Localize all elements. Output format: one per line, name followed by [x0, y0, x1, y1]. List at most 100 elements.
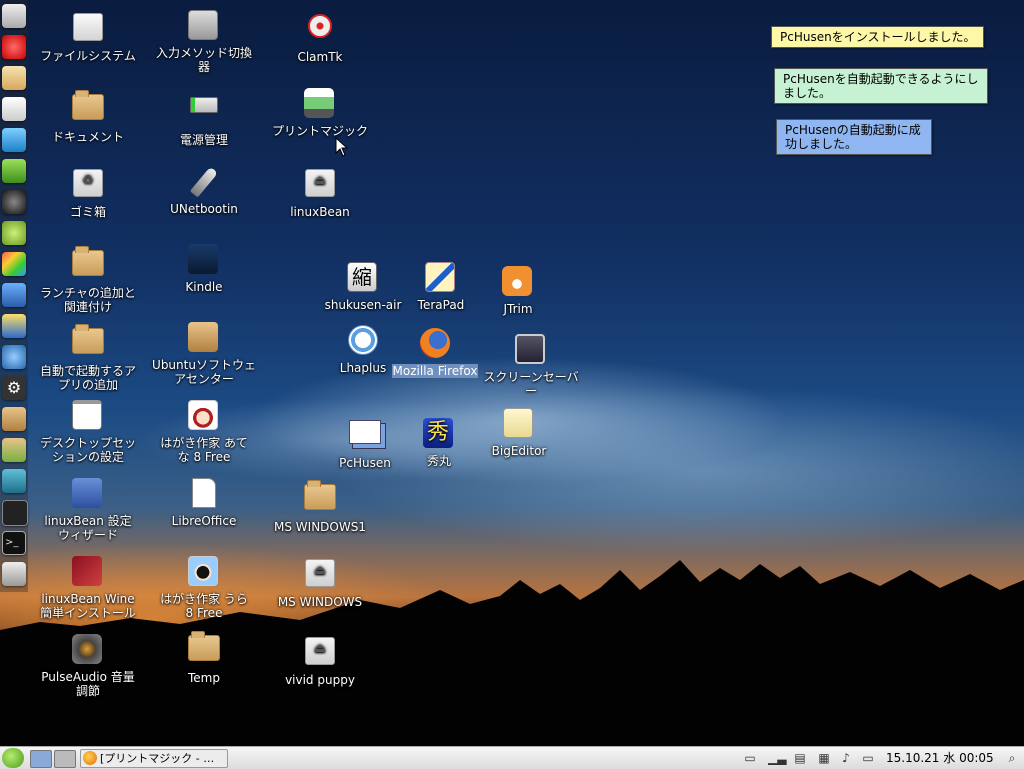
display-tray-icon[interactable]: ▦	[816, 750, 832, 766]
network-share-icon[interactable]	[2, 469, 26, 493]
folder-icon	[72, 90, 104, 120]
terapad-icon	[425, 262, 455, 292]
signal-tray-icon[interactable]: ▁▃	[768, 750, 786, 766]
icon-label: 電源管理	[179, 133, 228, 147]
desktop-icon[interactable]: ⏏ MS WINDOWS	[265, 556, 375, 609]
file-manager-icon[interactable]	[2, 4, 26, 28]
icon-label: 秀丸	[426, 454, 451, 468]
wine-icon	[72, 556, 102, 586]
kindle-icon	[188, 244, 218, 274]
battery-tray-icon[interactable]: ▭	[742, 750, 758, 766]
terminal-icon[interactable]: >_	[2, 531, 26, 555]
desktop-1-button[interactable]	[30, 750, 52, 768]
icon-label: ClamTk	[297, 50, 343, 64]
lhaplus-icon	[348, 325, 378, 355]
package-install-icon[interactable]	[2, 438, 26, 462]
sticky-note[interactable]: PcHusenを自動起動できるようにしました。	[774, 68, 988, 104]
start-menu-button[interactable]	[2, 748, 24, 768]
icon-label: linuxBean	[290, 205, 350, 219]
icon-label: LibreOffice	[171, 514, 237, 528]
desktop-icon[interactable]: BigEditor	[464, 408, 574, 458]
icon-label: ファイルシステム	[40, 49, 136, 63]
icon-label: Kindle	[185, 280, 223, 294]
desktop-icon[interactable]: linuxBean Wine簡単インストール	[33, 556, 143, 620]
desktop-icon[interactable]: 自動で起動するアプリの追加	[33, 322, 143, 392]
weather-icon[interactable]	[2, 314, 26, 338]
system-monitor-icon[interactable]	[2, 500, 28, 526]
desktop-icon[interactable]: ファイルシステム	[33, 10, 143, 63]
image-viewer-icon[interactable]	[2, 283, 26, 307]
folder-icon	[304, 480, 336, 510]
icon-label: 入力メソッド切換器	[156, 46, 253, 74]
volume-tray-icon[interactable]: ♪	[838, 750, 854, 766]
shukusen-icon: 縮	[347, 262, 377, 292]
desktop-icon[interactable]: ⏏ vivid puppy	[265, 634, 375, 687]
icon-label: TeraPad	[417, 298, 465, 312]
bigeditor-icon	[503, 408, 533, 438]
search-icon[interactable]: ⌕	[1004, 750, 1020, 766]
mail-icon[interactable]	[2, 66, 26, 90]
hagaki-atena-icon	[188, 400, 218, 430]
desktop-2-button[interactable]	[54, 750, 76, 768]
desktop-icon[interactable]: デスクトップセッションの設定	[33, 400, 143, 464]
desktop-icon[interactable]: はがき作家 あてな 8 Free	[149, 400, 259, 464]
pchusen-icon	[349, 420, 381, 444]
jtrim-icon	[502, 266, 532, 296]
checkbox-app-icon	[72, 478, 102, 508]
desktop-icon[interactable]: Temp	[149, 629, 259, 685]
paint-icon[interactable]	[2, 252, 26, 276]
desktop-icon[interactable]: LibreOffice	[149, 478, 259, 528]
desktop-icon[interactable]: 電源管理	[149, 88, 259, 147]
trash-icon: ♻	[73, 169, 103, 197]
desktop-icon[interactable]: linuxBean 設定ウィザード	[33, 478, 143, 542]
icon-label: はがき作家 あてな 8 Free	[160, 436, 248, 464]
green-app-icon[interactable]	[2, 159, 26, 183]
desktop-icon[interactable]: 入力メソッド切換器	[149, 10, 259, 74]
desktop-icon[interactable]: ClamTk	[265, 12, 375, 64]
network-icon[interactable]	[2, 345, 26, 369]
icon-label: MS WINDOWS	[277, 595, 363, 609]
desktop-icon[interactable]: MS WINDOWS1	[265, 478, 375, 534]
mouse-cursor-icon	[335, 137, 349, 157]
icon-label: スクリーンセーバー	[483, 370, 579, 398]
sticky-note[interactable]: PcHusenをインストールしました。	[771, 26, 985, 48]
icon-label: UNetbootin	[170, 202, 238, 216]
desktop-icon[interactable]: JTrim	[463, 266, 573, 316]
icon-label: JTrim	[503, 302, 533, 316]
package-icon[interactable]	[2, 407, 26, 431]
desktop-icon[interactable]: UNetbootin	[149, 166, 259, 216]
desktop-icon[interactable]: はがき作家 うら 8 Free	[149, 556, 259, 620]
camera-icon[interactable]	[2, 190, 26, 214]
desktop-icon[interactable]: Mozilla Firefox	[380, 328, 490, 378]
trash-icon[interactable]	[2, 562, 26, 586]
taskbar-window-button[interactable]: [プリントマジック - …	[80, 749, 228, 768]
desktop-icon[interactable]: プリントマジック	[265, 88, 375, 138]
icon-label: ランチャの追加と関連付け	[40, 286, 136, 314]
network-tray-icon[interactable]: ▤	[792, 750, 808, 766]
translate-icon[interactable]	[2, 128, 26, 152]
desktop-icon[interactable]: Ubuntuソフトウェアセンター	[149, 322, 259, 386]
rocket-icon	[189, 166, 219, 198]
package-icon	[188, 322, 218, 352]
desktop-icon[interactable]: スクリーンセーバー	[476, 334, 586, 398]
desktop-icon[interactable]: ♻ ゴミ箱	[33, 166, 143, 219]
printmagic-icon	[83, 751, 97, 765]
desktop-icon[interactable]: ランチャの追加と関連付け	[33, 244, 143, 314]
settings-gear-icon[interactable]: ⚙	[2, 376, 26, 400]
desktop-icon[interactable]: PulseAudio 音量調節	[33, 634, 143, 698]
desktop-icon[interactable]: Kindle	[149, 244, 259, 294]
opera-icon[interactable]	[2, 35, 26, 59]
sticky-note[interactable]: PcHusenの自動起動に成功しました。	[776, 119, 932, 155]
bean-icon[interactable]	[2, 221, 26, 245]
icon-label: Ubuntuソフトウェアセンター	[152, 358, 256, 386]
keyboard-tray-icon[interactable]: ▭	[860, 750, 876, 766]
desktop-icon[interactable]: ⏏ linuxBean	[265, 166, 375, 219]
desktop-icon[interactable]: ドキュメント	[33, 88, 143, 144]
target-icon	[308, 14, 332, 38]
hidemaru-icon: 秀	[423, 418, 453, 448]
text-editor-icon[interactable]	[2, 97, 26, 121]
clock[interactable]: 15.10.21 水 00:05	[886, 750, 994, 766]
icon-label: Temp	[188, 671, 220, 685]
icon-label: PulseAudio 音量調節	[41, 670, 135, 698]
icon-label: linuxBean Wine簡単インストール	[40, 592, 136, 620]
